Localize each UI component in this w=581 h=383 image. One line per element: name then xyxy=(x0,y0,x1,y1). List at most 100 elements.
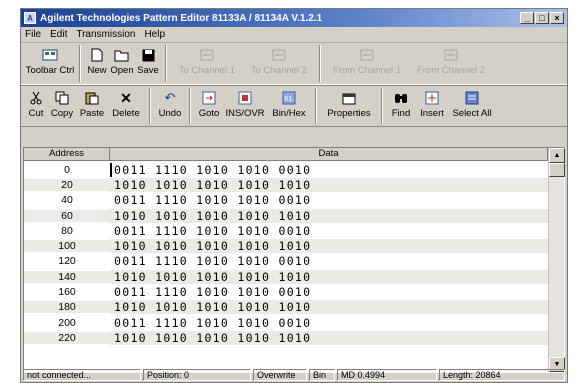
select-all-icon xyxy=(464,90,480,106)
undo-button[interactable]: ↶ Undo xyxy=(155,88,185,124)
find-label: Find xyxy=(391,108,411,119)
binoculars-icon xyxy=(393,90,409,106)
row-data[interactable]: 0011 1110 1010 1010 0010 xyxy=(110,223,548,238)
insert-button[interactable]: Insert xyxy=(415,88,449,124)
app-icon: A xyxy=(24,12,36,24)
ins-ovr-button[interactable]: INS/OVR xyxy=(223,88,267,124)
row-data[interactable]: 0011 1110 1010 1010 0010 xyxy=(110,162,548,177)
status-position: Position: 0 xyxy=(143,369,251,381)
bin-hex-button[interactable]: 01 Bin/Hex xyxy=(267,88,311,124)
status-length: Length: 20864 xyxy=(439,369,565,381)
delete-x-icon: ✕ xyxy=(120,89,132,106)
scroll-up-button[interactable]: ▲ xyxy=(549,148,565,163)
vertical-scrollbar[interactable]: ▲ ▼ xyxy=(548,148,565,372)
minimize-button[interactable]: _ xyxy=(520,12,534,24)
row-data[interactable]: 0011 1110 1010 1010 0010 xyxy=(110,315,548,330)
paste-label: Paste xyxy=(79,108,105,119)
to-channel-1-button[interactable]: To Channel 1 xyxy=(171,45,243,82)
row-data[interactable]: 1010 1010 1010 1010 1010 xyxy=(110,269,548,284)
row-data[interactable]: 1010 1010 1010 1010 1010 xyxy=(110,177,548,192)
properties-label: Properties xyxy=(327,108,371,119)
scroll-thumb[interactable] xyxy=(549,163,565,177)
data-column-header[interactable]: Data xyxy=(110,148,548,160)
row-data[interactable]: 0011 1110 1010 1010 0010 xyxy=(110,254,548,269)
from-channel-1-label: From Channel 1 xyxy=(332,65,402,76)
grid-header: Address Data xyxy=(24,148,564,161)
title-bar[interactable]: A Agilent Technologies Pattern Editor 81… xyxy=(21,9,567,27)
scissors-icon xyxy=(28,90,44,106)
edit-toolbar: Cut Copy Paste ✕ Delete ↶ Undo Goto INS/… xyxy=(21,85,567,127)
menu-bar: File Edit Transmission Help xyxy=(21,27,567,43)
goto-label: Goto xyxy=(198,108,220,119)
row-data[interactable]: 1010 1010 1010 1010 1010 xyxy=(110,208,548,223)
to-channel-2-label: To Channel 2 xyxy=(251,65,307,76)
find-button[interactable]: Find xyxy=(387,88,415,124)
select-all-label: Select All xyxy=(452,108,492,119)
paste-button[interactable]: Paste xyxy=(77,88,107,124)
to-channel-2-button[interactable]: To Channel 2 xyxy=(243,45,315,82)
row-data[interactable]: 0011 1110 1010 1010 0010 xyxy=(110,193,548,208)
table-row[interactable]: 200 0011 1110 1010 1010 0010 xyxy=(24,315,548,330)
close-button[interactable]: × xyxy=(550,12,564,24)
maximize-button[interactable]: □ xyxy=(535,12,549,24)
delete-label: Delete xyxy=(112,108,140,119)
row-address: 220 xyxy=(24,331,110,344)
bin-hex-icon: 01 xyxy=(281,90,297,106)
row-data[interactable]: 1010 1010 1010 1010 1010 xyxy=(110,300,548,315)
open-label: Open xyxy=(110,65,134,76)
properties-icon xyxy=(341,90,357,106)
delete-button[interactable]: ✕ Delete xyxy=(107,88,145,124)
table-row[interactable]: 0 0011 1110 1010 1010 0010 xyxy=(24,162,548,177)
save-button[interactable]: Save xyxy=(135,45,161,82)
menu-file[interactable]: File xyxy=(25,29,41,40)
status-connection: not connected... xyxy=(23,369,141,381)
cut-label: Cut xyxy=(28,108,44,119)
insert-icon xyxy=(424,90,440,106)
table-row[interactable]: 120 0011 1110 1010 1010 0010 xyxy=(24,254,548,269)
save-disk-icon xyxy=(140,47,156,63)
toolbar-ctrl-button[interactable]: Toolbar Ctrl xyxy=(25,45,75,82)
from-channel-icon xyxy=(443,47,459,63)
from-channel-2-button[interactable]: From Channel 2 xyxy=(409,45,493,82)
undo-arrow-icon: ↶ xyxy=(164,90,176,105)
from-channel-icon xyxy=(359,47,375,63)
goto-button[interactable]: Goto xyxy=(195,88,223,124)
table-row[interactable]: 160 0011 1110 1010 1010 0010 xyxy=(24,284,548,300)
row-address: 160 xyxy=(58,286,76,299)
table-row[interactable]: 60 1010 1010 1010 1010 1010 xyxy=(24,208,548,223)
open-folder-icon xyxy=(114,47,130,63)
row-data[interactable]: 1010 1010 1010 1010 1010 xyxy=(110,330,548,345)
table-row[interactable]: 100 1010 1010 1010 1010 1010 xyxy=(24,238,548,254)
row-address: 180 xyxy=(24,301,110,314)
open-button[interactable]: Open xyxy=(109,45,135,82)
row-data[interactable]: 0011 1110 1010 1010 0010 xyxy=(110,285,548,300)
table-row[interactable]: 140 1010 1010 1010 1010 1010 xyxy=(24,269,548,284)
row-address: 80 xyxy=(61,224,73,237)
window-title: Agilent Technologies Pattern Editor 8113… xyxy=(40,12,323,24)
table-row[interactable]: 220 1010 1010 1010 1010 1010 xyxy=(24,330,548,345)
toolbar-ctrl-icon xyxy=(42,47,58,63)
new-button[interactable]: New xyxy=(85,45,109,82)
table-row[interactable]: 180 1010 1010 1010 1010 1010 xyxy=(24,300,548,315)
menu-transmission[interactable]: Transmission xyxy=(76,29,135,40)
address-column-header[interactable]: Address xyxy=(24,148,110,160)
toolbar-ctrl-label: Toolbar Ctrl xyxy=(25,65,75,76)
to-channel-1-label: To Channel 1 xyxy=(179,65,235,76)
table-row[interactable]: 40 0011 1110 1010 1010 0010 xyxy=(24,193,548,208)
from-channel-2-label: From Channel 2 xyxy=(416,65,486,76)
select-all-button[interactable]: Select All xyxy=(449,88,495,124)
menu-edit[interactable]: Edit xyxy=(50,29,67,40)
menu-help[interactable]: Help xyxy=(144,29,165,40)
table-row[interactable]: 80 0011 1110 1010 1010 0010 xyxy=(24,223,548,238)
properties-button[interactable]: Properties xyxy=(321,88,377,124)
paste-icon xyxy=(84,90,100,106)
pattern-grid[interactable]: Address Data 0 0011 1110 1010 1010 0010 2… xyxy=(23,147,565,373)
cut-button[interactable]: Cut xyxy=(25,88,47,124)
row-address: 200 xyxy=(58,316,76,329)
row-address: 0 xyxy=(64,163,70,176)
table-row[interactable]: 20 1010 1010 1010 1010 1010 xyxy=(24,177,548,192)
copy-button[interactable]: Copy xyxy=(47,88,77,124)
row-data[interactable]: 1010 1010 1010 1010 1010 xyxy=(110,239,548,254)
status-format: Bin xyxy=(309,369,335,381)
from-channel-1-button[interactable]: From Channel 1 xyxy=(325,45,409,82)
